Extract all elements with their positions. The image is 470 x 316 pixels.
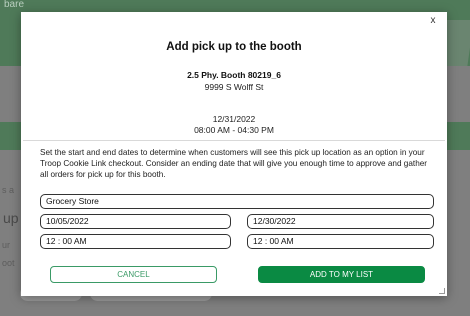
instructions-text: Set the start and end dates to determine…: [40, 148, 428, 179]
end-time-input[interactable]: 12 : 00 AM: [247, 234, 434, 249]
background-text-fragment: ur: [2, 240, 11, 250]
end-date-input[interactable]: 12/30/2022: [247, 214, 434, 229]
booth-address: 9999 S Wolff St: [204, 82, 264, 92]
add-to-my-list-button[interactable]: ADD TO MY LIST: [258, 266, 425, 283]
booth-name: 2.5 Phy. Booth 80219_6: [187, 70, 281, 80]
close-button[interactable]: x: [427, 15, 439, 26]
start-time-input[interactable]: 12 : 00 AM: [40, 234, 231, 249]
divider: [23, 140, 445, 141]
background-header-text: bare: [4, 0, 25, 10]
booth-time-range: 08:00 AM - 04:30 PM: [194, 125, 274, 135]
start-date-input[interactable]: 10/05/2022: [40, 214, 231, 229]
background-text-fragment: up: [3, 210, 19, 226]
cancel-button[interactable]: CANCEL: [50, 266, 217, 283]
modal-title: Add pick up to the booth: [166, 41, 302, 53]
location-name-input[interactable]: Grocery Store: [40, 194, 434, 209]
booth-date: 12/31/2022: [212, 114, 256, 124]
resize-handle-icon[interactable]: [439, 288, 445, 294]
background-text-fragment: oot: [2, 258, 15, 268]
add-pickup-modal: x Add pick up to the booth 2.5 Phy. Boot…: [21, 12, 447, 296]
background-text-fragment: s a: [2, 185, 15, 195]
